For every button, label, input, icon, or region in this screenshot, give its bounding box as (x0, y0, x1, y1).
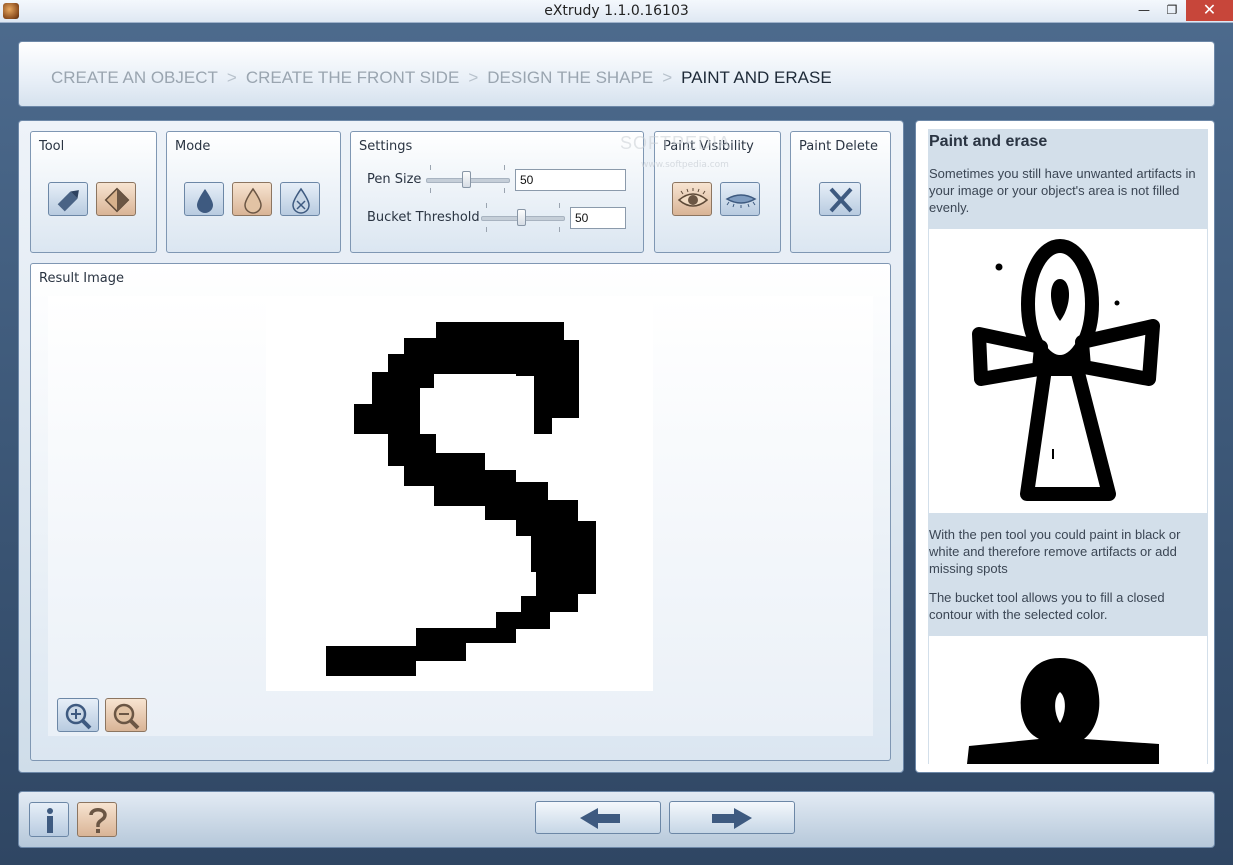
help-image-ankh-filled (929, 636, 1207, 764)
next-button[interactable] (669, 801, 795, 834)
zoom-in-icon (65, 703, 92, 730)
paint-delete-title: Paint Delete (799, 139, 879, 154)
minimize-button[interactable]: — (1130, 0, 1158, 21)
pen-size-input[interactable] (515, 169, 626, 191)
result-image-title: Result Image (39, 271, 125, 286)
mode-group: Mode (166, 131, 341, 253)
zoom-in-button[interactable] (57, 698, 99, 732)
pen-size-slider-thumb[interactable] (462, 171, 471, 188)
info-icon (47, 808, 53, 833)
bucket-threshold-tick (486, 203, 487, 208)
tool-group: Tool (30, 131, 157, 253)
breadcrumb-panel: CREATE AN OBJECT > CREATE THE FRONT SIDE > D… (18, 41, 1215, 107)
mode-group-title: Mode (175, 139, 211, 154)
result-glyph-s (326, 322, 596, 676)
settings-group: Settings (350, 131, 644, 253)
breadcrumb: CREATE AN OBJECT > CREATE THE FRONT SIDE > D… (51, 68, 832, 88)
bucket-threshold-label: Bucket Threshold (367, 210, 480, 225)
bucket-threshold-input[interactable] (570, 207, 626, 229)
pen-size-label: Pen Size (367, 172, 422, 187)
title-bar: eXtrudy 1.1.0.16103 — ❐ ✕ (0, 0, 1233, 23)
breadcrumb-step-front-side[interactable]: CREATE THE FRONT SIDE (246, 68, 459, 87)
help-button[interactable] (77, 802, 117, 837)
pen-size-tick (504, 165, 505, 170)
hide-paint-button[interactable] (720, 182, 760, 216)
question-icon (89, 808, 107, 833)
eye-closed-icon (725, 194, 757, 208)
window-title: eXtrudy 1.1.0.16103 (544, 3, 689, 19)
drop-filled-icon (197, 189, 213, 213)
pen-size-tick (430, 188, 431, 193)
tool-group-title: Tool (39, 139, 65, 154)
breadcrumb-separator: > (662, 68, 673, 87)
bucket-threshold-tick (559, 227, 560, 232)
ankh-illustration (972, 239, 1160, 501)
erase-mode-button[interactable] (280, 182, 320, 216)
eye-open-icon (677, 188, 709, 207)
pen-icon (57, 190, 79, 212)
bucket-threshold-tick (559, 203, 560, 208)
bucket-icon (104, 187, 130, 213)
paint-black-mode-button[interactable] (184, 182, 224, 216)
drop-outline-icon (244, 187, 262, 214)
drop-erase-icon (292, 187, 310, 214)
breadcrumb-step-design-shape[interactable]: DESIGN THE SHAPE (487, 68, 653, 87)
help-paragraph-3: The bucket tool allows you to fill a clo… (929, 590, 1165, 622)
settings-group-title: Settings (359, 139, 413, 154)
watermark-url: www.softpedia.com (641, 160, 729, 170)
zoom-out-button[interactable] (105, 698, 147, 732)
help-image-ankh-artifacts (929, 229, 1207, 513)
arrow-right-icon (712, 808, 752, 829)
breadcrumb-separator: > (468, 68, 479, 87)
back-button[interactable] (535, 801, 661, 834)
watermark: SOFTPEDIA (620, 133, 732, 153)
paint-delete-group: Paint Delete (790, 131, 891, 253)
breadcrumb-separator: > (226, 68, 237, 87)
bucket-threshold-tick (486, 227, 487, 232)
help-paragraph-1: Sometimes you still have unwanted artifa… (929, 166, 1196, 215)
ankh-filled-illustration (967, 658, 1159, 764)
pen-size-tick (504, 188, 505, 193)
zoom-out-icon (113, 703, 140, 730)
breadcrumb-step-create-object[interactable]: CREATE AN OBJECT (51, 68, 218, 87)
info-button[interactable] (29, 802, 69, 837)
bucket-threshold-slider-thumb[interactable] (517, 209, 526, 226)
show-paint-button[interactable] (672, 182, 712, 216)
breadcrumb-step-paint-erase: PAINT AND ERASE (681, 68, 832, 87)
pen-tool-button[interactable] (48, 182, 88, 216)
close-button[interactable]: ✕ (1186, 0, 1233, 21)
restore-button[interactable]: ❐ (1158, 0, 1186, 21)
bucket-tool-button[interactable] (96, 182, 136, 216)
arrow-left-icon (580, 808, 620, 829)
pen-size-tick (430, 165, 431, 170)
result-image[interactable] (266, 296, 653, 691)
delete-paint-button[interactable] (819, 182, 861, 216)
delete-x-icon (829, 187, 853, 213)
help-title: Paint and erase (929, 133, 1048, 150)
help-paragraph-2: With the pen tool you could paint in bla… (929, 527, 1181, 576)
paint-white-mode-button[interactable] (232, 182, 272, 216)
